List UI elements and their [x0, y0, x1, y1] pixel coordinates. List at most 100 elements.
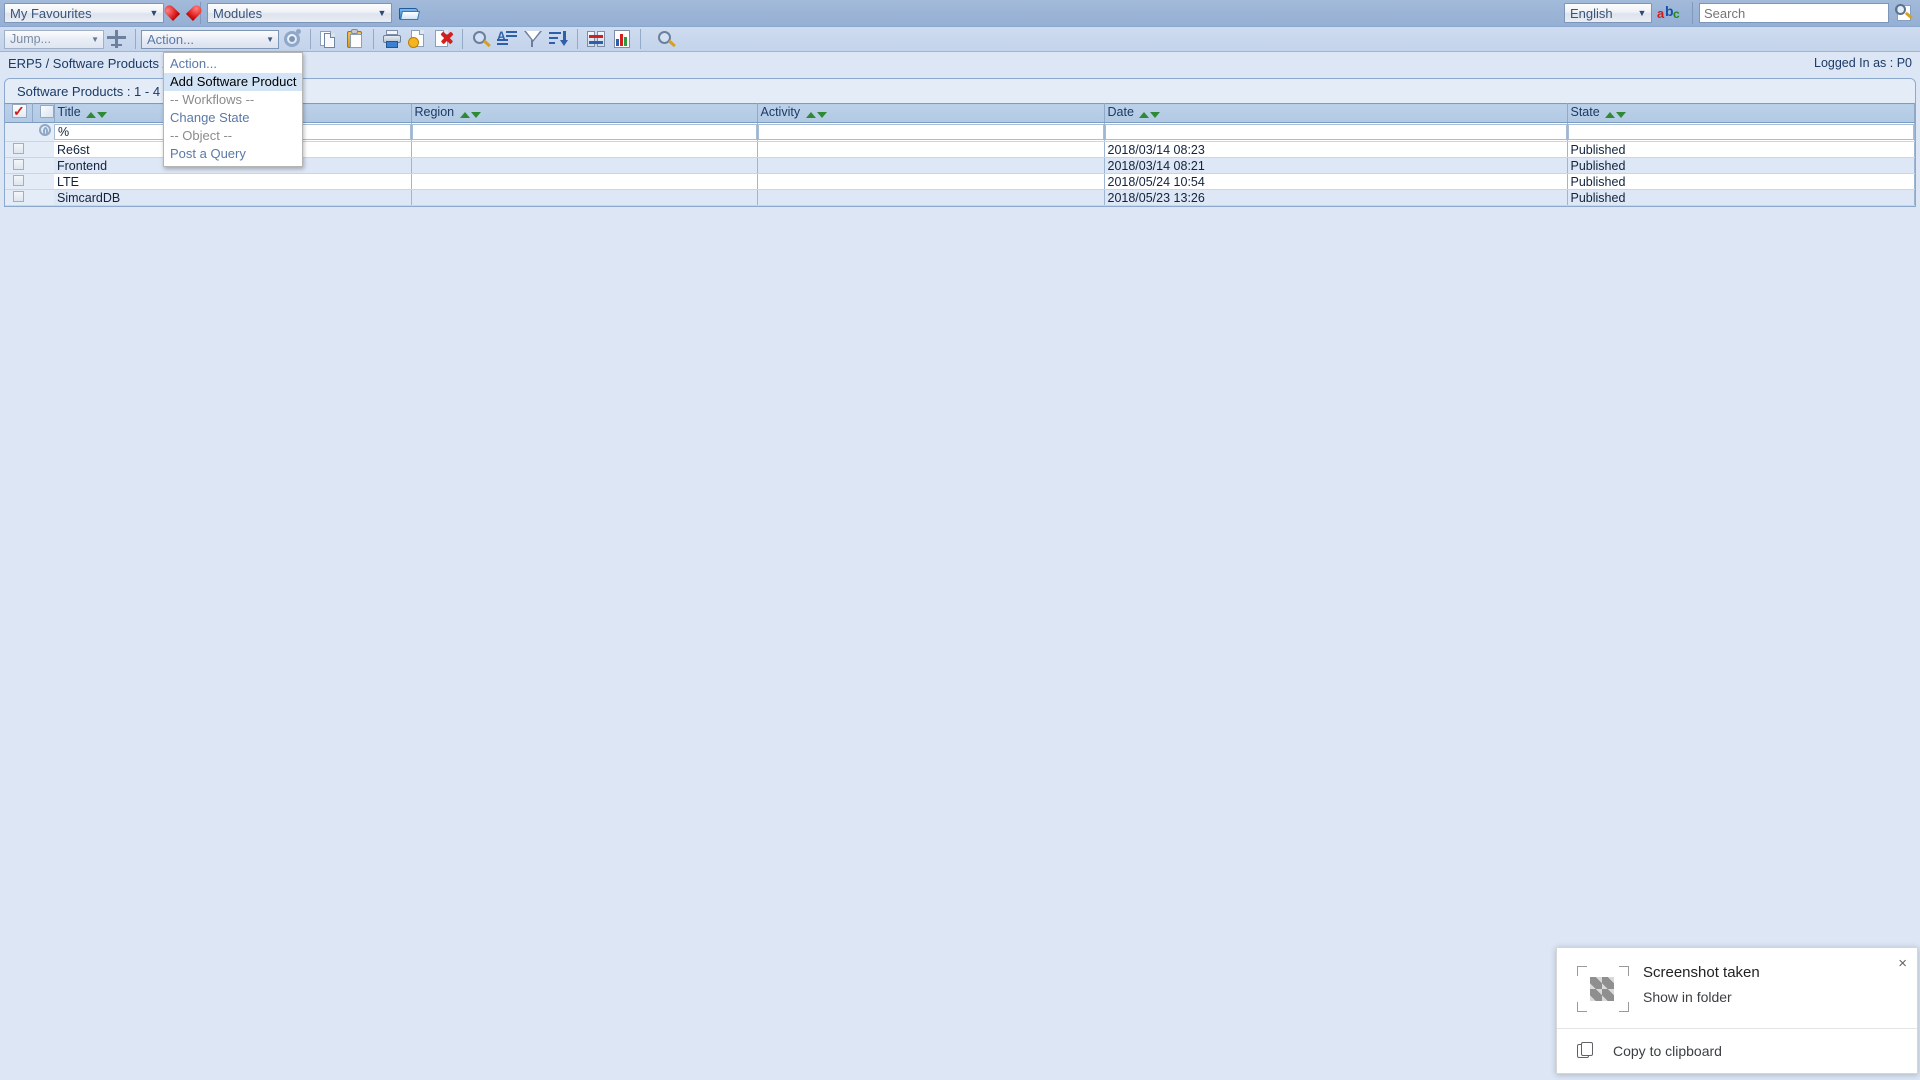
show-in-folder-link[interactable]: Show in folder: [1643, 989, 1760, 1005]
action-menu-item-post-a-query[interactable]: Post a Query: [164, 145, 302, 163]
action-select-label: Action...: [147, 31, 194, 47]
sort-ascending-icon[interactable]: [86, 112, 97, 118]
row-icon-header[interactable]: [32, 103, 56, 123]
close-icon[interactable]: ×: [1898, 956, 1907, 971]
sort-controls[interactable]: [805, 107, 827, 121]
sort-alpha-icon[interactable]: A: [495, 28, 519, 50]
divider: [577, 29, 578, 49]
row-checkbox[interactable]: [13, 191, 24, 202]
row-checkbox[interactable]: [13, 143, 24, 154]
clipboard-clip: [351, 29, 358, 34]
action-select[interactable]: Action... ▼: [141, 29, 279, 49]
copy-to-clipboard-button[interactable]: Copy to clipboard: [1557, 1028, 1917, 1073]
search-page-icon[interactable]: [1894, 3, 1916, 23]
filter-cell-date[interactable]: [1104, 122, 1568, 142]
row-checkbox-cell[interactable]: [5, 189, 32, 206]
line-3: [549, 42, 555, 44]
action-menu-item-action[interactable]: Action...: [164, 55, 302, 73]
filter-activity-wrap: [757, 124, 1103, 140]
column-header-activity[interactable]: Activity: [757, 103, 1105, 123]
search-input[interactable]: [1699, 3, 1889, 23]
sort-ascending-icon[interactable]: [805, 112, 816, 118]
language-select[interactable]: English ▼: [1564, 3, 1652, 23]
advanced-search-icon[interactable]: [654, 28, 678, 50]
folder-front: [400, 11, 420, 20]
filter-link-icon[interactable]: [37, 123, 54, 138]
filter-cell-region[interactable]: [411, 122, 758, 142]
favourite-heart-icon[interactable]: [172, 3, 194, 23]
select-all-header[interactable]: ✓: [5, 103, 33, 123]
row-checkbox-cell[interactable]: [5, 173, 32, 190]
filter-row-icon-cell[interactable]: [32, 122, 54, 142]
row-checkbox-cell[interactable]: [5, 141, 32, 158]
screenshot-thumbnail: [1577, 966, 1629, 1012]
column-header-date[interactable]: Date: [1104, 103, 1568, 123]
sort-controls[interactable]: [1138, 107, 1161, 121]
sort-descending-icon[interactable]: [97, 112, 108, 118]
cell-date: 2018/03/14 08:21: [1104, 157, 1568, 174]
filter-region-input[interactable]: [412, 125, 756, 139]
action-menu-item-add-software-product[interactable]: Add Software Product: [164, 73, 302, 91]
table-row[interactable]: LTE 2018/05/24 10:54 Published: [5, 173, 1915, 190]
sort-ascending-icon[interactable]: [1139, 112, 1150, 118]
modules-select[interactable]: Modules ▼: [207, 3, 392, 23]
exchange-import-export-icon[interactable]: [584, 28, 608, 50]
cell-title[interactable]: LTE: [54, 173, 412, 190]
search-icon[interactable]: [469, 28, 493, 50]
filter-state-input[interactable]: [1568, 125, 1913, 139]
funnel-stem: [531, 40, 533, 47]
chart-bar-3: [624, 37, 627, 46]
sort-ascending-icon[interactable]: [459, 112, 470, 118]
sort-descending-icon[interactable]: [816, 112, 827, 118]
select-all-checkbox-icon[interactable]: ✓: [12, 104, 29, 119]
action-dropdown-menu[interactable]: Action... Add Software Product -- Workfl…: [163, 52, 303, 167]
print-icon[interactable]: [380, 28, 404, 50]
paste-clipboard-icon[interactable]: [343, 28, 367, 50]
check-mark-icon: ✓: [13, 103, 25, 119]
column-header-region[interactable]: Region: [411, 103, 758, 123]
action-toolbar: Jump... ▼ Action... ▼ A: [0, 27, 1920, 52]
sort-controls[interactable]: [459, 107, 481, 121]
action-menu-item-change-state[interactable]: Change State: [164, 109, 302, 127]
filter-date-input[interactable]: [1105, 125, 1566, 139]
abc-letter-a: a: [1657, 6, 1665, 21]
sort-controls[interactable]: [1604, 107, 1627, 121]
sheet-icon[interactable]: [39, 104, 56, 119]
jump-plane-icon[interactable]: [105, 28, 129, 50]
gear-nub: [296, 29, 301, 34]
translate-abc-icon[interactable]: a b c: [1657, 3, 1681, 23]
cell-title[interactable]: SimcardDB: [54, 189, 412, 206]
copy-to-clipboard-label: Copy to clipboard: [1613, 1043, 1722, 1059]
lens-handle: [483, 39, 491, 48]
sort-ascending-icon[interactable]: [1605, 112, 1616, 118]
screenshot-notification: Screenshot taken Show in folder × Copy t…: [1556, 947, 1918, 1074]
filter-cell-activity[interactable]: [757, 122, 1105, 142]
sort-descending-icon[interactable]: [1616, 112, 1627, 118]
report-chart-icon[interactable]: [610, 28, 634, 50]
action-menu-group-workflows: -- Workflows --: [170, 92, 255, 107]
favourites-select[interactable]: My Favourites ▼: [4, 3, 164, 23]
copy-icon[interactable]: [317, 28, 341, 50]
row-checkbox[interactable]: [13, 175, 24, 186]
breadcrumb[interactable]: ERP5 / Software Products /: [8, 56, 166, 71]
divider: [640, 29, 641, 49]
sort-descending-icon[interactable]: [1150, 112, 1161, 118]
cell-state: Published: [1567, 189, 1915, 206]
filter-funnel-icon[interactable]: [521, 28, 545, 50]
row-checkbox-cell[interactable]: [5, 157, 32, 174]
filter-cell-state[interactable]: [1567, 122, 1915, 142]
new-document-icon[interactable]: [406, 28, 430, 50]
column-header-state[interactable]: State: [1567, 103, 1915, 123]
sort-descending-icon[interactable]: [470, 112, 481, 118]
gear-icon[interactable]: [280, 28, 304, 50]
filter-activity-input[interactable]: [758, 125, 1103, 139]
table-row[interactable]: SimcardDB 2018/05/23 13:26 Published: [5, 189, 1915, 206]
cell-activity: [757, 157, 1105, 174]
row-checkbox[interactable]: [13, 159, 24, 170]
clip-inner: [43, 127, 48, 136]
jump-select[interactable]: Jump... ▼: [4, 29, 104, 49]
delete-document-icon[interactable]: [432, 28, 456, 50]
open-folder-icon[interactable]: [398, 4, 420, 22]
sort-controls[interactable]: [85, 107, 108, 121]
sort-descending-icon[interactable]: [547, 28, 571, 50]
